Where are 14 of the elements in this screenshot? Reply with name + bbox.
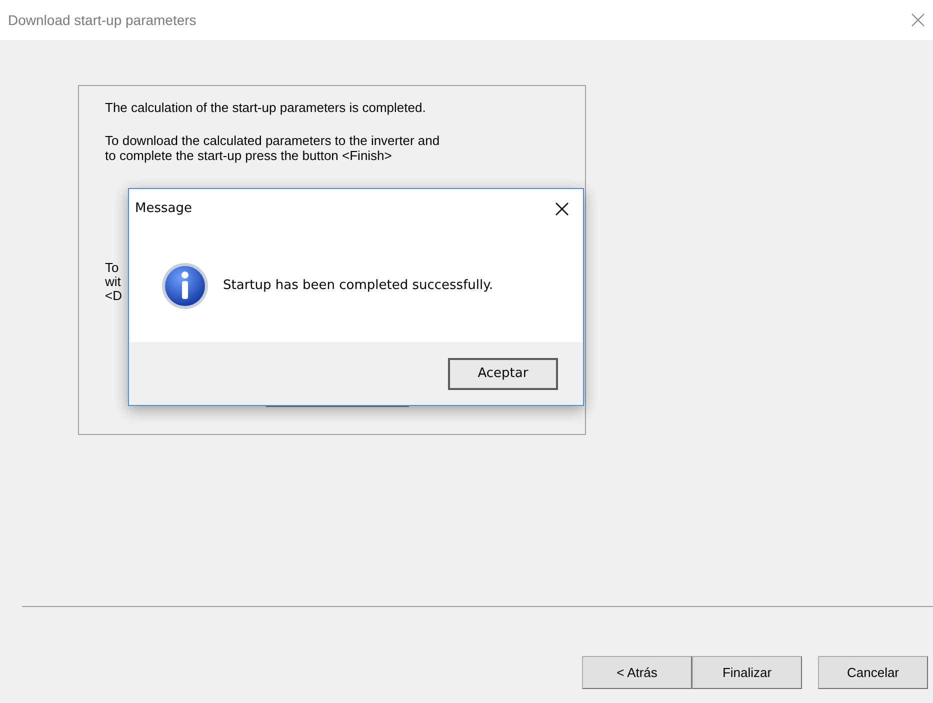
instruction-text: To download the calculated parameters to the inverter and to complete the start-up press the button <Finish> [105, 133, 441, 163]
close-icon[interactable] [555, 202, 569, 216]
info-icon [161, 262, 209, 310]
instruction-text: wit [105, 275, 121, 289]
window-title: Download start-up parameters [8, 10, 196, 30]
ok-button[interactable]: Aceptar [448, 358, 558, 390]
instruction-text: <D [105, 289, 122, 303]
cancel-button[interactable]: Cancelar [818, 656, 928, 689]
back-button[interactable]: < Atrás [582, 656, 692, 689]
instruction-text: To [105, 261, 119, 275]
dialog-title: Message [135, 200, 192, 218]
message-text: Startup has been completed successfully. [223, 276, 494, 295]
instruction-text: The calculation of the start-up parameters is completed. [105, 100, 427, 115]
finish-button[interactable]: Finalizar [692, 656, 802, 689]
